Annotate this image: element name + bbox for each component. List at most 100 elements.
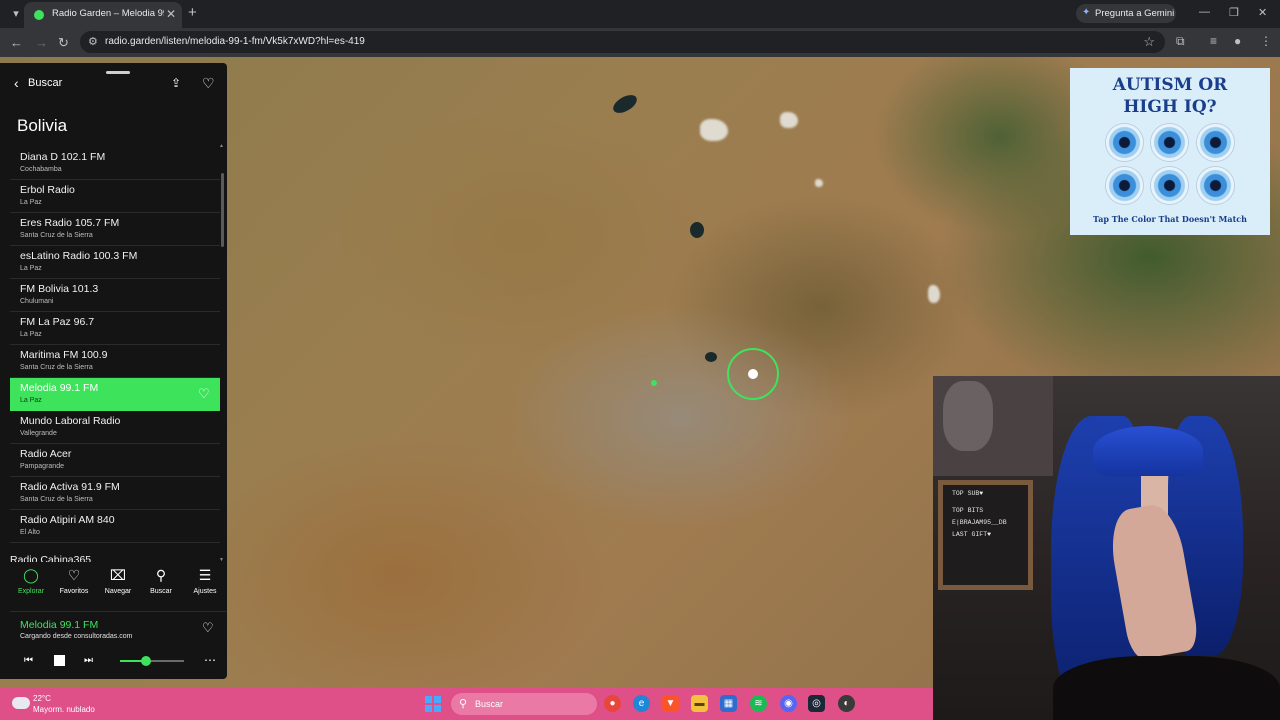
steam-icon[interactable]: ◎ [808, 695, 825, 712]
bottom-nav: ◯ Explorar ♡ Favoritos ⌧ Navegar ⚲ Busca… [10, 566, 220, 600]
nav-settings[interactable]: ☰ Ajustes [184, 566, 226, 600]
scroll-up-icon[interactable]: ▲ [219, 143, 224, 149]
list-item[interactable]: Eres Radio 105.7 FM Santa Cruz de la Sie… [10, 213, 220, 246]
stop-icon[interactable] [54, 655, 65, 666]
list-item[interactable]: Erbol Radio La Paz [10, 180, 220, 213]
minimize-icon[interactable]: — [1199, 6, 1210, 18]
media-icon[interactable]: ≡ [1210, 34, 1217, 48]
reload-icon[interactable]: ↻ [58, 35, 69, 51]
station-name: Mundo Laboral Radio [20, 415, 121, 427]
heart-icon[interactable]: ♡ [202, 620, 214, 636]
more-menu-icon[interactable]: ⋮ [1260, 34, 1272, 48]
url-text[interactable]: radio.garden/listen/melodia-99-1-fm/Vk5k… [105, 36, 365, 47]
window-close-icon[interactable]: ✕ [1258, 6, 1267, 19]
restore-icon[interactable]: ❐ [1229, 6, 1239, 19]
eye-icon[interactable] [1197, 124, 1234, 161]
cloud-icon[interactable] [12, 697, 30, 709]
scroll-down-icon[interactable]: ▼ [219, 557, 224, 563]
extensions-icon[interactable]: ⧉ [1176, 34, 1185, 49]
mini-player: Melodia 99.1 FM Cargando desde consultor… [10, 611, 226, 677]
windows-start-icon[interactable] [425, 696, 441, 712]
snow-peak [815, 179, 823, 187]
gemini-label: Pregunta a Gemini [1095, 8, 1175, 19]
chrome-icon[interactable]: ● [604, 695, 621, 712]
spotify-icon[interactable]: ≋ [750, 695, 767, 712]
lake [610, 91, 640, 117]
address-bar[interactable]: ⚙ radio.garden/listen/melodia-99-1-fm/Vk… [80, 31, 1165, 53]
share-icon[interactable]: ⇪ [171, 76, 185, 90]
list-item[interactable]: FM La Paz 96.7 La Paz [10, 312, 220, 345]
snow-peak [700, 119, 728, 141]
nav-label: Favoritos [59, 588, 89, 595]
list-item[interactable]: Mundo Laboral Radio Vallegrande [10, 411, 220, 444]
eye-icon[interactable] [1151, 124, 1188, 161]
list-item[interactable]: Maritima FM 100.9 Santa Cruz de la Sierr… [10, 345, 220, 378]
selected-station-dot[interactable] [748, 369, 758, 379]
station-dot[interactable] [651, 380, 657, 386]
station-name: Radio Acer [20, 448, 72, 460]
volume-slider[interactable] [120, 656, 184, 666]
station-place: Santa Cruz de la Sierra [20, 496, 93, 503]
brave-icon[interactable]: ▼ [662, 695, 679, 712]
taskbar: 22°C Mayorm. nublado ⚲ Buscar ● e ▼ ▬ ▦ … [0, 688, 933, 720]
list-item[interactable]: FM Bolivia 101.3 Chulumani [10, 279, 220, 312]
site-info-icon[interactable]: ⚙ [88, 35, 98, 48]
next-icon[interactable]: ⏭ [84, 655, 93, 666]
lake [705, 352, 717, 362]
list-scrollbar[interactable]: ▲ ▼ [219, 143, 224, 563]
weather-temp[interactable]: 22°C [33, 694, 51, 703]
more-options-icon[interactable]: ⋯ [204, 653, 216, 667]
snow-peak [928, 285, 940, 303]
chat-board: TOP SUB♥ TOP BITS E|BRAJAM95__DB LAST GI… [938, 480, 1033, 590]
page-title: Bolivia [17, 116, 68, 135]
store-icon[interactable]: ▦ [720, 695, 737, 712]
nav-favorites[interactable]: ♡ Favoritos [53, 566, 95, 600]
file-explorer-icon[interactable]: ▬ [691, 695, 708, 712]
weather-desc[interactable]: Mayorm. nublado [33, 705, 95, 714]
list-item[interactable]: Radio Atipiri AM 840 El Alto [10, 510, 220, 543]
eye-icon[interactable] [1151, 167, 1188, 204]
nav-explore[interactable]: ◯ Explorar [10, 566, 52, 600]
station-name: Diana D 102.1 FM [20, 151, 106, 163]
scroll-thumb[interactable] [221, 173, 224, 247]
list-item[interactable]: Radio Acer Pampagrande [10, 444, 220, 477]
nav-browse[interactable]: ⌧ Navegar [97, 566, 139, 600]
browser-tab[interactable]: Radio Garden – Melodia 99.1 FM ✕ [24, 2, 182, 28]
station-list[interactable]: Diana D 102.1 FM Cochabamba Erbol Radio … [10, 147, 220, 563]
nav-label: Explorar [17, 588, 45, 595]
tab-list-icon[interactable]: ▾ [6, 5, 26, 23]
list-item[interactable]: esLatino Radio 100.3 FM La Paz [10, 246, 220, 279]
taskbar-search[interactable]: ⚲ Buscar [451, 693, 597, 715]
panel-drag-handle[interactable] [106, 71, 130, 74]
eye-icon[interactable] [1106, 124, 1143, 161]
tab-close-icon[interactable]: ✕ [166, 7, 176, 21]
gemini-button[interactable]: ✦ Pregunta a Gemini [1076, 4, 1176, 23]
bookmark-star-icon[interactable]: ☆ [1143, 34, 1155, 50]
background-figure [943, 381, 993, 451]
edge-icon[interactable]: e [633, 695, 650, 712]
volume-knob[interactable] [140, 656, 151, 666]
obs-icon[interactable]: ◐ [838, 695, 855, 712]
favorite-heart-icon[interactable]: ♡ [202, 75, 215, 92]
station-place: La Paz [20, 199, 42, 206]
taskbar-search-label: Buscar [475, 699, 504, 709]
list-item-active[interactable]: Melodia 99.1 FM La Paz ♡ [10, 378, 220, 411]
eye-icon[interactable] [1197, 167, 1234, 204]
eye-icon[interactable] [1106, 167, 1143, 204]
advertisement[interactable]: AUTISM OR HIGH IQ? Tap The Color That Do… [1070, 68, 1270, 235]
search-icon: ⚲ [155, 567, 167, 583]
list-item[interactable]: Diana D 102.1 FM Cochabamba [10, 147, 220, 180]
profile-avatar-icon[interactable]: ● [1234, 34, 1241, 48]
back-arrow-icon[interactable]: ← [10, 35, 23, 50]
player-title[interactable]: Melodia 99.1 FM [20, 619, 98, 631]
discord-icon[interactable]: ◉ [780, 695, 797, 712]
list-item[interactable]: Radio Activa 91.9 FM Santa Cruz de la Si… [10, 477, 220, 510]
new-tab-plus-icon[interactable]: + [188, 4, 197, 21]
forward-arrow-icon[interactable]: → [35, 35, 48, 50]
station-name: Maritima FM 100.9 [20, 349, 108, 361]
nav-search[interactable]: ⚲ Buscar [140, 566, 182, 600]
heart-icon[interactable]: ♡ [198, 386, 210, 402]
previous-icon[interactable]: ⏮ [24, 655, 33, 666]
search-icon: ⚲ [459, 698, 468, 710]
list-item-partial[interactable]: Radio Cabina365 [10, 554, 91, 562]
